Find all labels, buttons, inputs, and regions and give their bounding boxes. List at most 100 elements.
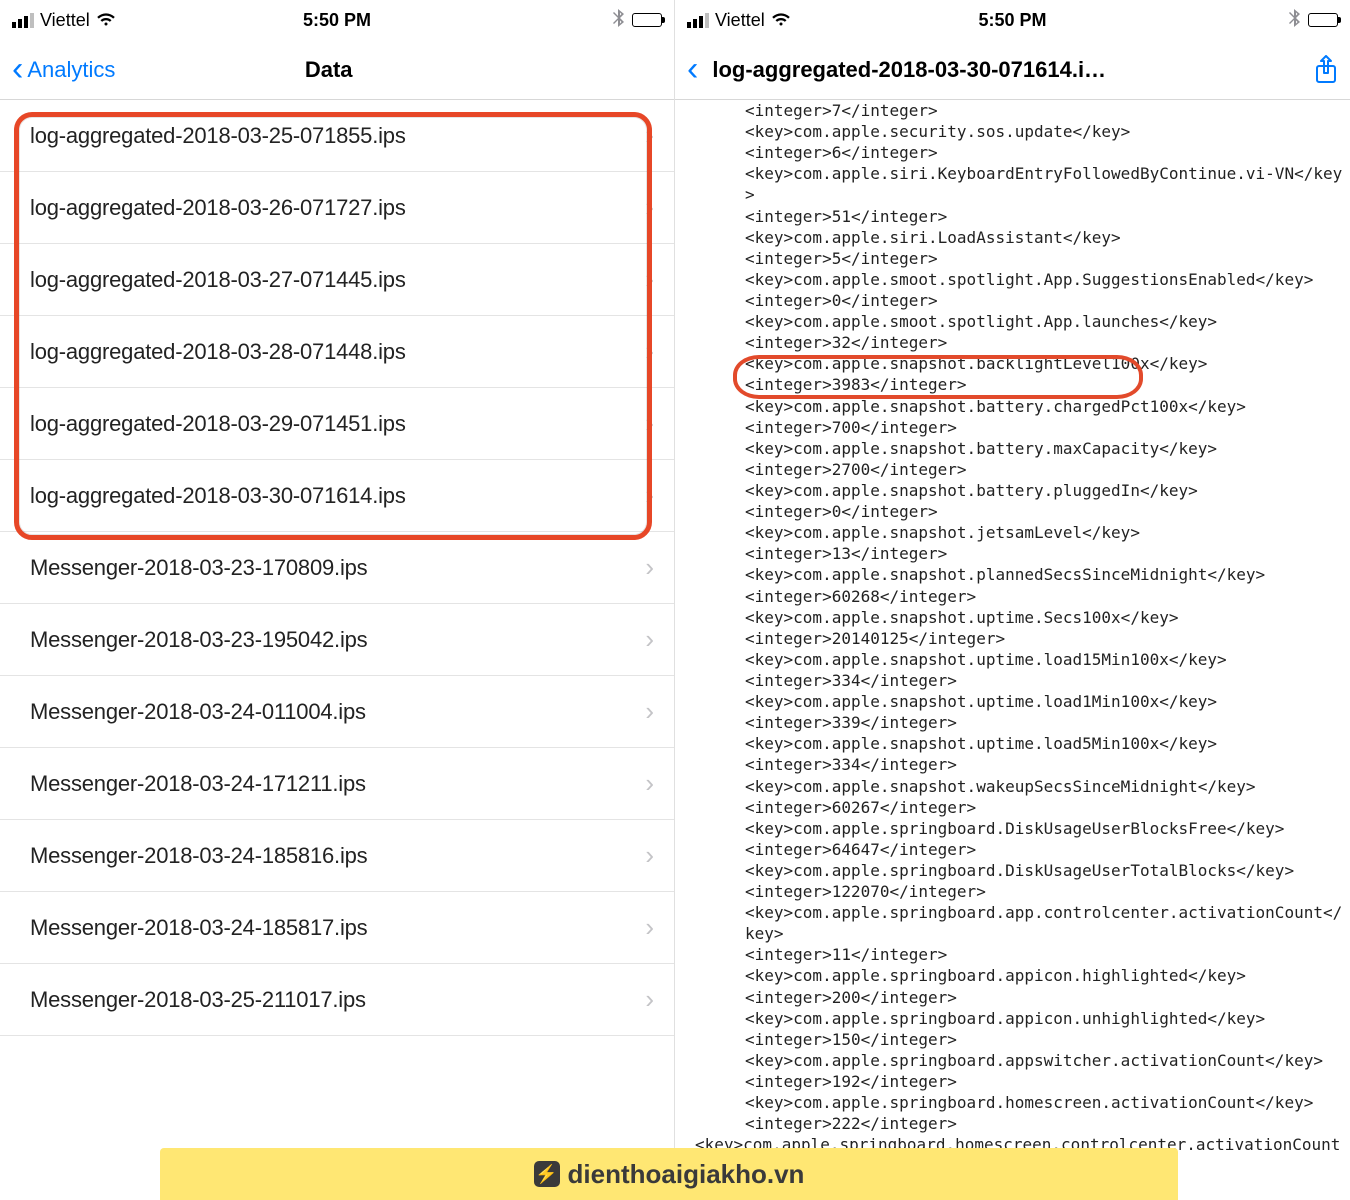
log-line: <integer>5</integer> bbox=[745, 248, 1344, 269]
log-line: <integer>11</integer> bbox=[745, 944, 1344, 965]
log-line: <integer>60268</integer> bbox=[745, 586, 1344, 607]
log-line: <key>com.apple.snapshot.wakeupSecsSinceM… bbox=[745, 776, 1344, 797]
log-line: <integer>200</integer> bbox=[745, 987, 1344, 1008]
chevron-right-icon: › bbox=[645, 336, 654, 367]
status-time: 5:50 PM bbox=[229, 10, 446, 31]
log-line: <key>com.apple.snapshot.battery.chargedP… bbox=[745, 396, 1344, 417]
log-line: <key>com.apple.springboard.DiskUsageUser… bbox=[745, 860, 1344, 881]
log-line: <key>com.apple.snapshot.plannedSecsSince… bbox=[745, 564, 1344, 585]
log-line: <integer>3983</integer> bbox=[745, 374, 1344, 395]
chevron-right-icon: › bbox=[645, 840, 654, 871]
file-row[interactable]: Messenger-2018-03-24-185817.ips› bbox=[0, 892, 674, 964]
status-time: 5:50 PM bbox=[904, 10, 1121, 31]
file-name: log-aggregated-2018-03-29-071451.ips bbox=[30, 411, 645, 437]
bolt-icon: ⚡ bbox=[534, 1161, 560, 1187]
log-line: <key>com.apple.siri.KeyboardEntryFollowe… bbox=[745, 163, 1344, 205]
log-line: <key>com.apple.snapshot.uptime.load5Min1… bbox=[745, 733, 1344, 754]
file-row[interactable]: log-aggregated-2018-03-30-071614.ips› bbox=[0, 460, 674, 532]
nav-bar: ‹ log-aggregated-2018-03-30-071614.i… bbox=[675, 40, 1350, 100]
log-line: <key>com.apple.snapshot.jetsamLevel</key… bbox=[745, 522, 1344, 543]
log-line: <integer>150</integer> bbox=[745, 1029, 1344, 1050]
log-line: <integer>0</integer> bbox=[745, 290, 1344, 311]
file-row[interactable]: Messenger-2018-03-23-170809.ips› bbox=[0, 532, 674, 604]
signal-icon bbox=[12, 13, 34, 28]
chevron-right-icon: › bbox=[645, 768, 654, 799]
log-line: <integer>7</integer> bbox=[745, 100, 1344, 121]
log-line: <integer>0</integer> bbox=[745, 501, 1344, 522]
page-title: Data bbox=[45, 57, 612, 83]
log-line: <key>com.apple.smoot.spotlight.App.launc… bbox=[745, 311, 1344, 332]
log-line: <key>com.apple.springboard.homescreen.ac… bbox=[745, 1092, 1344, 1113]
battery-icon bbox=[1308, 13, 1338, 27]
file-name: log-aggregated-2018-03-25-071855.ips bbox=[30, 123, 645, 149]
share-button[interactable] bbox=[1288, 55, 1338, 85]
analytics-data-list-pane: Viettel 5:50 PM ‹ Analytics bbox=[0, 0, 675, 1200]
chevron-left-icon: ‹ bbox=[687, 59, 702, 79]
file-row[interactable]: log-aggregated-2018-03-25-071855.ips› bbox=[0, 100, 674, 172]
file-row[interactable]: Messenger-2018-03-24-171211.ips› bbox=[0, 748, 674, 820]
carrier-name: Viettel bbox=[715, 10, 765, 31]
file-row[interactable]: Messenger-2018-03-24-011004.ips› bbox=[0, 676, 674, 748]
log-line: <key>com.apple.springboard.app.controlce… bbox=[745, 902, 1344, 944]
file-row[interactable]: Messenger-2018-03-25-211017.ips› bbox=[0, 964, 674, 1036]
file-row[interactable]: Messenger-2018-03-23-195042.ips› bbox=[0, 604, 674, 676]
chevron-right-icon: › bbox=[645, 624, 654, 655]
log-line: <key>com.apple.snapshot.battery.pluggedI… bbox=[745, 480, 1344, 501]
chevron-right-icon: › bbox=[645, 192, 654, 223]
file-row[interactable]: log-aggregated-2018-03-26-071727.ips› bbox=[0, 172, 674, 244]
file-name: log-aggregated-2018-03-28-071448.ips bbox=[30, 339, 645, 365]
file-name: Messenger-2018-03-24-185816.ips bbox=[30, 843, 645, 869]
share-icon bbox=[1314, 55, 1338, 85]
log-line: <key>com.apple.snapshot.uptime.Secs100x<… bbox=[745, 607, 1344, 628]
wifi-icon bbox=[771, 10, 791, 31]
log-line: <integer>334</integer> bbox=[745, 670, 1344, 691]
watermark: ⚡ dienthoaigiakho.vn bbox=[160, 1148, 1178, 1200]
log-line: <integer>700</integer> bbox=[745, 417, 1344, 438]
file-row[interactable]: Messenger-2018-03-24-185816.ips› bbox=[0, 820, 674, 892]
status-bar: Viettel 5:50 PM bbox=[675, 0, 1350, 40]
log-line: <integer>32</integer> bbox=[745, 332, 1344, 353]
log-line: <key>com.apple.siri.LoadAssistant</key> bbox=[745, 227, 1344, 248]
battery-icon bbox=[632, 13, 662, 27]
back-button[interactable]: ‹ bbox=[687, 59, 702, 79]
chevron-right-icon: › bbox=[645, 696, 654, 727]
log-line: <key>com.apple.smoot.spotlight.App.Sugge… bbox=[745, 269, 1344, 290]
log-line: <integer>334</integer> bbox=[745, 754, 1344, 775]
file-row[interactable]: log-aggregated-2018-03-28-071448.ips› bbox=[0, 316, 674, 388]
chevron-right-icon: › bbox=[645, 120, 654, 151]
file-name: Messenger-2018-03-25-211017.ips bbox=[30, 987, 645, 1013]
log-line: <integer>6</integer> bbox=[745, 142, 1344, 163]
chevron-left-icon: ‹ bbox=[12, 59, 27, 79]
log-line: <key>com.apple.snapshot.backlightLevel10… bbox=[745, 353, 1344, 374]
chevron-right-icon: › bbox=[645, 984, 654, 1015]
log-line: <integer>192</integer> bbox=[745, 1071, 1344, 1092]
log-line: <integer>20140125</integer> bbox=[745, 628, 1344, 649]
log-line: <key>com.apple.springboard.appicon.unhig… bbox=[745, 1008, 1344, 1029]
file-list: log-aggregated-2018-03-25-071855.ips›log… bbox=[0, 100, 674, 1036]
log-line: <key>com.apple.snapshot.uptime.load1Min1… bbox=[745, 691, 1344, 712]
file-name: Messenger-2018-03-24-171211.ips bbox=[30, 771, 645, 797]
file-name: Messenger-2018-03-24-185817.ips bbox=[30, 915, 645, 941]
log-line: <key>com.apple.snapshot.battery.maxCapac… bbox=[745, 438, 1344, 459]
signal-icon bbox=[687, 13, 709, 28]
file-name: log-aggregated-2018-03-26-071727.ips bbox=[30, 195, 645, 221]
chevron-right-icon: › bbox=[645, 480, 654, 511]
file-name: Messenger-2018-03-24-011004.ips bbox=[30, 699, 645, 725]
file-row[interactable]: log-aggregated-2018-03-27-071445.ips› bbox=[0, 244, 674, 316]
file-row[interactable]: log-aggregated-2018-03-29-071451.ips› bbox=[0, 388, 674, 460]
file-name: Messenger-2018-03-23-195042.ips bbox=[30, 627, 645, 653]
file-name: log-aggregated-2018-03-30-071614.ips bbox=[30, 483, 645, 509]
log-line: <integer>60267</integer> bbox=[745, 797, 1344, 818]
file-name: Messenger-2018-03-23-170809.ips bbox=[30, 555, 645, 581]
chevron-right-icon: › bbox=[645, 264, 654, 295]
log-line: <integer>13</integer> bbox=[745, 543, 1344, 564]
chevron-right-icon: › bbox=[645, 408, 654, 439]
log-line: <key>com.apple.springboard.appswitcher.a… bbox=[745, 1050, 1344, 1071]
log-line: <key>com.apple.springboard.appicon.highl… bbox=[745, 965, 1344, 986]
bluetooth-icon bbox=[1289, 9, 1300, 32]
wifi-icon bbox=[96, 10, 116, 31]
log-content[interactable]: <integer>7</integer><key>com.apple.secur… bbox=[675, 100, 1350, 1200]
log-line: <key>com.apple.security.sos.update</key> bbox=[745, 121, 1344, 142]
page-title: log-aggregated-2018-03-30-071614.i… bbox=[706, 57, 1288, 83]
watermark-text: dienthoaigiakho.vn bbox=[568, 1159, 805, 1190]
